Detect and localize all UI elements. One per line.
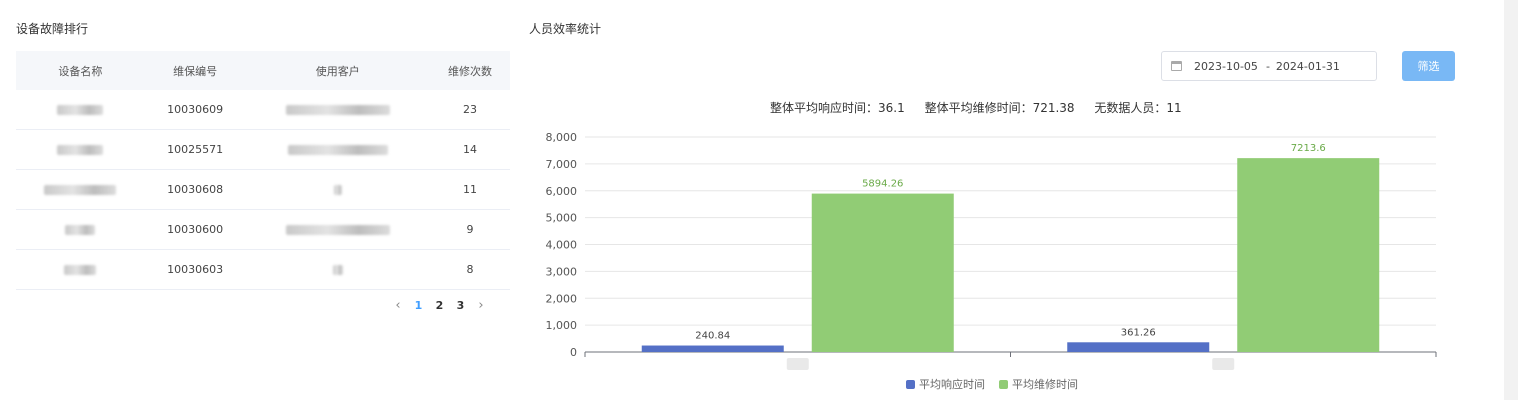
page-2-button[interactable]: 2 — [429, 299, 450, 312]
bar-data-label: 361.26 — [1121, 327, 1156, 338]
summary-response-time: 整体平均响应时间：36.1 — [770, 101, 905, 115]
redacted-text — [287, 145, 388, 155]
count-cell: 11 — [429, 169, 510, 210]
customer-cell — [245, 90, 430, 130]
summary-no-data: 无数据人员：11 — [1094, 101, 1182, 115]
col-customer: 使用客户 — [245, 51, 430, 90]
count-cell: 8 — [429, 249, 510, 290]
col-repair-count: 维修次数 — [429, 51, 510, 90]
bar — [811, 193, 954, 352]
redacted-text — [44, 185, 117, 195]
code-cell: 10025571 — [144, 129, 246, 170]
redacted-text — [332, 265, 343, 275]
code-cell: 10030608 — [144, 169, 246, 210]
summary-repair-time: 整体平均维修时间：721.38 — [924, 101, 1075, 115]
bar — [1237, 158, 1380, 352]
customer-cell — [245, 169, 430, 210]
calendar-icon — [1171, 61, 1182, 71]
y-tick-label: 4,000 — [546, 239, 578, 252]
date-separator: - — [1265, 59, 1270, 73]
redacted-text — [57, 105, 104, 115]
redacted-text — [285, 105, 390, 115]
next-page-icon[interactable]: › — [471, 298, 491, 313]
prev-page-icon[interactable]: ‹ — [388, 298, 408, 313]
table-row[interactable]: 10025571 14 — [16, 129, 510, 170]
count-cell: 9 — [429, 209, 510, 250]
efficiency-bar-chart: 0 1,000 2,000 3,000 4,000 5,000 6,000 7,000 8,00… — [546, 131, 1437, 391]
col-maintenance-code: 维保编号 — [144, 51, 246, 90]
device-name-cell — [16, 90, 145, 130]
date-range-picker[interactable]: 2023-10-05 - 2024-01-31 — [1161, 51, 1377, 81]
col-device-name: 设备名称 — [16, 51, 145, 90]
count-cell: 23 — [429, 90, 510, 130]
legend-swatch — [906, 380, 915, 389]
efficiency-summary: 整体平均响应时间：36.1 整体平均维修时间：721.38 无数据人员：11 — [770, 99, 1198, 116]
redacted-category-label — [1212, 358, 1235, 370]
pagination: ‹ 1 2 3 › — [388, 298, 491, 313]
customer-cell — [245, 209, 430, 250]
y-tick-label: 7,000 — [546, 158, 578, 171]
y-tick-label: 1,000 — [546, 319, 578, 332]
y-tick-label: 3,000 — [546, 265, 578, 278]
date-end[interactable]: 2024-01-31 — [1276, 60, 1340, 73]
code-cell: 10030603 — [144, 249, 246, 290]
table-row[interactable]: 10030608 11 — [16, 169, 510, 210]
date-start[interactable]: 2023-10-05 — [1194, 60, 1258, 73]
legend-label: 平均维修时间 — [1012, 377, 1078, 391]
bar-data-label: 240.84 — [695, 331, 730, 342]
redacted-text — [333, 185, 342, 195]
y-tick-label: 5,000 — [546, 212, 578, 225]
y-tick-label: 8,000 — [546, 131, 578, 144]
device-name-cell — [16, 249, 145, 290]
legend-swatch — [999, 380, 1008, 389]
device-name-cell — [16, 209, 145, 250]
redacted-text — [285, 225, 390, 235]
table-row[interactable]: 10030609 23 — [16, 90, 510, 130]
device-name-cell — [16, 169, 145, 210]
table-row[interactable]: 10030603 8 — [16, 249, 510, 290]
page-1-button[interactable]: 1 — [408, 299, 429, 312]
code-cell: 10030609 — [144, 90, 246, 130]
filter-button[interactable]: 筛选 — [1402, 51, 1455, 81]
table-header-row: 设备名称 维保编号 使用客户 维修次数 — [16, 51, 510, 90]
y-tick-label: 6,000 — [546, 185, 578, 198]
page-3-button[interactable]: 3 — [450, 299, 471, 312]
bar-data-label: 7213.6 — [1291, 143, 1326, 154]
code-cell: 10030600 — [144, 209, 246, 250]
y-tick-label: 0 — [570, 346, 577, 359]
fault-ranking-title: 设备故障排行 — [16, 22, 89, 36]
bar-data-label: 5894.26 — [862, 179, 903, 190]
bar — [641, 345, 784, 352]
redacted-text — [64, 265, 97, 275]
fault-ranking-table: 设备名称 维保编号 使用客户 维修次数 10030609 23 10025571… — [16, 51, 510, 290]
y-tick-label: 2,000 — [546, 292, 578, 305]
redacted-text — [65, 225, 96, 235]
device-name-cell — [16, 129, 145, 170]
redacted-text — [57, 145, 104, 155]
redacted-category-label — [786, 358, 809, 370]
legend-label: 平均响应时间 — [919, 377, 985, 391]
efficiency-title: 人员效率统计 — [529, 22, 602, 36]
bar — [1067, 342, 1210, 352]
scrollbar-track[interactable] — [1504, 0, 1518, 400]
count-cell: 14 — [429, 129, 510, 170]
table-row[interactable]: 10030600 9 — [16, 209, 510, 250]
customer-cell — [245, 249, 430, 290]
customer-cell — [245, 129, 430, 170]
